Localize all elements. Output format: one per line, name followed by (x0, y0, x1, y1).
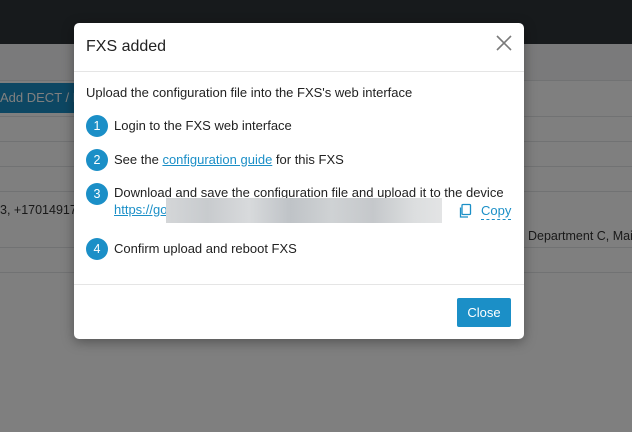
step-text: See the configuration guide for this FXS (114, 152, 344, 167)
configuration-guide-link[interactable]: configuration guide (162, 152, 272, 167)
dialog-title: FXS added (86, 38, 167, 55)
app-window: Add DECT / F 3, +170149177 Department C,… (0, 0, 632, 432)
dialog-header: FXS added (74, 23, 524, 72)
config-url-row: https://go Copy (114, 198, 514, 223)
step-number-badge: 2 (86, 149, 108, 171)
copy-url-button[interactable]: Copy (457, 202, 513, 222)
redacted-url-blur (166, 198, 442, 223)
step-number-badge: 1 (86, 115, 108, 137)
copy-label: Copy (481, 203, 512, 220)
close-button[interactable]: Close (457, 298, 511, 327)
dialog-body: Upload the configuration file into the F… (74, 72, 524, 283)
dialog-intro-text: Upload the configuration file into the F… (86, 85, 413, 100)
step-text-prefix: See the (114, 152, 163, 167)
copy-icon (457, 203, 473, 219)
step-text: Confirm upload and reboot FXS (114, 241, 297, 256)
fxs-added-dialog: FXS added Upload the configuration file … (74, 23, 524, 339)
dialog-footer: Close (74, 284, 524, 339)
step-text-suffix: for this FXS (272, 152, 344, 167)
step-number-badge: 3 (86, 183, 108, 205)
close-icon[interactable] (494, 33, 514, 53)
step-number-badge: 4 (86, 238, 108, 260)
config-file-url-link[interactable]: https://go (114, 202, 167, 217)
step-text: Login to the FXS web interface (114, 118, 292, 133)
